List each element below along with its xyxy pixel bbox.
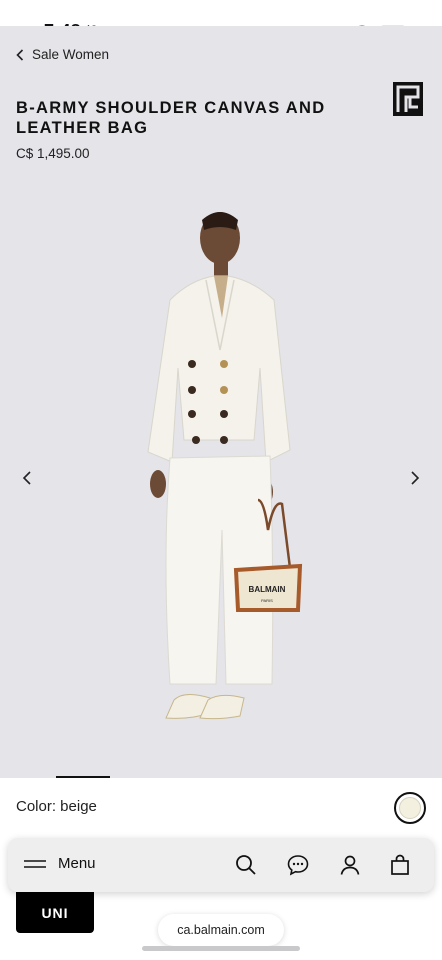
- home-indicator[interactable]: [142, 946, 300, 951]
- product-title: B-ARMY SHOULDER CANVAS AND LEATHER BAG: [16, 99, 326, 137]
- back-link-sale-women[interactable]: Sale Women: [16, 47, 109, 62]
- color-swatch-beige[interactable]: [394, 792, 426, 824]
- carousel-indicator: [56, 776, 110, 778]
- bag-logo-text: BALMAIN: [249, 585, 286, 594]
- search-icon[interactable]: [234, 853, 258, 877]
- color-swatch-fill: [399, 797, 421, 819]
- bottom-menu-bar: Menu: [8, 838, 434, 892]
- back-link-label: Sale Women: [32, 47, 110, 62]
- bag-icon[interactable]: [388, 853, 412, 877]
- color-label: Color: beige: [16, 798, 97, 815]
- bag-logo-subtext: PARIS: [261, 598, 273, 603]
- menu-button[interactable]: Menu: [24, 855, 96, 872]
- chevron-left-icon: [16, 48, 24, 61]
- product-image-model: BALMAIN PARIS: [147, 212, 303, 720]
- arrow-right-icon[interactable]: [408, 470, 422, 486]
- browser-url-bar[interactable]: ca.balmain.com: [158, 914, 284, 946]
- hamburger-icon: [24, 859, 46, 868]
- balmain-logo[interactable]: [393, 82, 423, 116]
- product-price: C$ 1,495.00: [16, 146, 90, 161]
- account-icon[interactable]: [338, 853, 362, 877]
- arrow-left-icon[interactable]: [20, 470, 34, 486]
- size-button-uni[interactable]: UNI: [16, 892, 94, 933]
- chat-icon[interactable]: [286, 853, 310, 877]
- menu-label: Menu: [58, 855, 96, 872]
